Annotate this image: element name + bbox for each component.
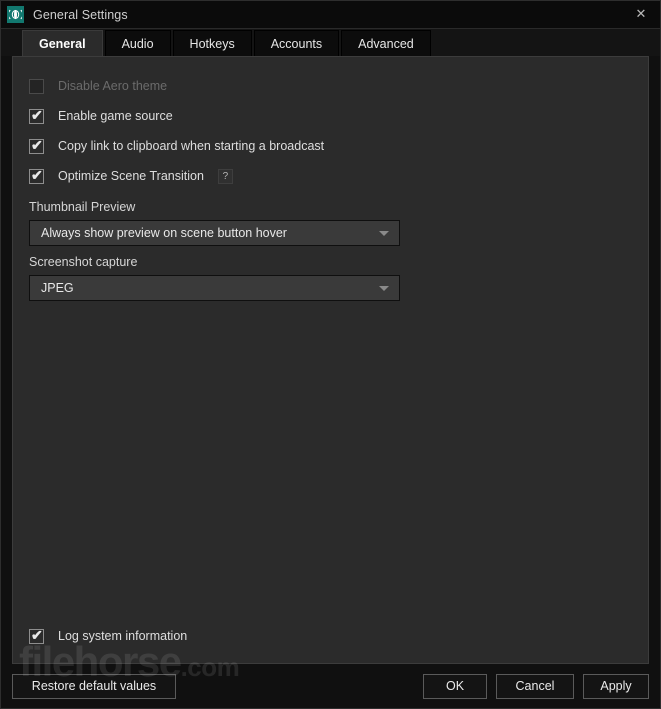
chevron-down-icon	[379, 286, 389, 291]
check-tick-icon: ✔	[31, 626, 43, 643]
checkbox-label-optimize-scene-transition: Optimize Scene Transition	[58, 169, 204, 183]
apply-button[interactable]: Apply	[583, 673, 649, 699]
checkbox-label-log-system-information: Log system information	[58, 629, 188, 643]
screenshot-capture-group: Screenshot capture JPEG	[29, 255, 632, 301]
checkbox-row-copy-link-to-clipboard[interactable]: ✔ Copy link to clipboard when starting a…	[29, 131, 632, 161]
settings-window: General Settings ✕ General Audio Hotkeys…	[0, 0, 661, 709]
cancel-button[interactable]: Cancel	[496, 673, 574, 699]
thumbnail-preview-label: Thumbnail Preview	[29, 200, 136, 214]
checkbox-enable-game-source[interactable]: ✔	[29, 106, 44, 124]
restore-default-values-button[interactable]: Restore default values	[12, 673, 176, 699]
general-settings-panel: Disable Aero theme ✔ Enable game source …	[12, 56, 649, 664]
checkbox-label-disable-aero-theme: Disable Aero theme	[58, 79, 168, 93]
screenshot-capture-select[interactable]: JPEG	[29, 275, 400, 301]
help-icon[interactable]: ?	[217, 168, 233, 184]
dialog-footer: Restore default values OK Cancel Apply	[1, 664, 660, 708]
tab-general[interactable]: General	[22, 30, 103, 56]
checkbox-row-log-system-information[interactable]: ✔ Log system information	[29, 621, 187, 651]
screenshot-capture-label: Screenshot capture	[29, 255, 138, 269]
chevron-down-icon	[379, 231, 389, 236]
checkbox-copy-link-to-clipboard[interactable]: ✔	[29, 136, 44, 154]
checkbox-disable-aero-theme	[29, 78, 44, 94]
checkbox-row-enable-game-source[interactable]: ✔ Enable game source	[29, 101, 632, 131]
tab-audio[interactable]: Audio	[104, 30, 171, 56]
tab-accounts[interactable]: Accounts	[253, 30, 340, 56]
screenshot-capture-value: JPEG	[41, 281, 74, 295]
check-tick-icon: ✔	[31, 166, 43, 183]
thumbnail-preview-select[interactable]: Always show preview on scene button hove…	[29, 220, 400, 246]
window-title: General Settings	[33, 7, 128, 22]
checkbox-label-copy-link-to-clipboard: Copy link to clipboard when starting a b…	[58, 139, 325, 153]
checkbox-row-optimize-scene-transition[interactable]: ✔ Optimize Scene Transition ?	[29, 161, 632, 191]
checkbox-label-enable-game-source: Enable game source	[58, 109, 173, 123]
ok-button[interactable]: OK	[423, 673, 487, 699]
checkbox-log-system-information[interactable]: ✔	[29, 626, 44, 644]
title-bar: General Settings ✕	[1, 1, 660, 29]
tab-advanced[interactable]: Advanced	[341, 30, 431, 56]
checkbox-optimize-scene-transition[interactable]: ✔	[29, 166, 44, 184]
footer-action-buttons: OK Cancel Apply	[423, 673, 649, 699]
checkbox-row-disable-aero-theme: Disable Aero theme	[29, 71, 632, 101]
tab-hotkeys[interactable]: Hotkeys	[172, 30, 252, 56]
thumbnail-preview-value: Always show preview on scene button hove…	[41, 226, 287, 240]
close-icon[interactable]: ✕	[622, 1, 660, 27]
broadcast-wave-icon	[7, 6, 24, 23]
tab-bar: General Audio Hotkeys Accounts Advanced	[1, 29, 660, 56]
thumbnail-preview-group: Thumbnail Preview Always show preview on…	[29, 200, 632, 246]
check-tick-icon: ✔	[31, 106, 43, 123]
check-tick-icon: ✔	[31, 136, 43, 153]
